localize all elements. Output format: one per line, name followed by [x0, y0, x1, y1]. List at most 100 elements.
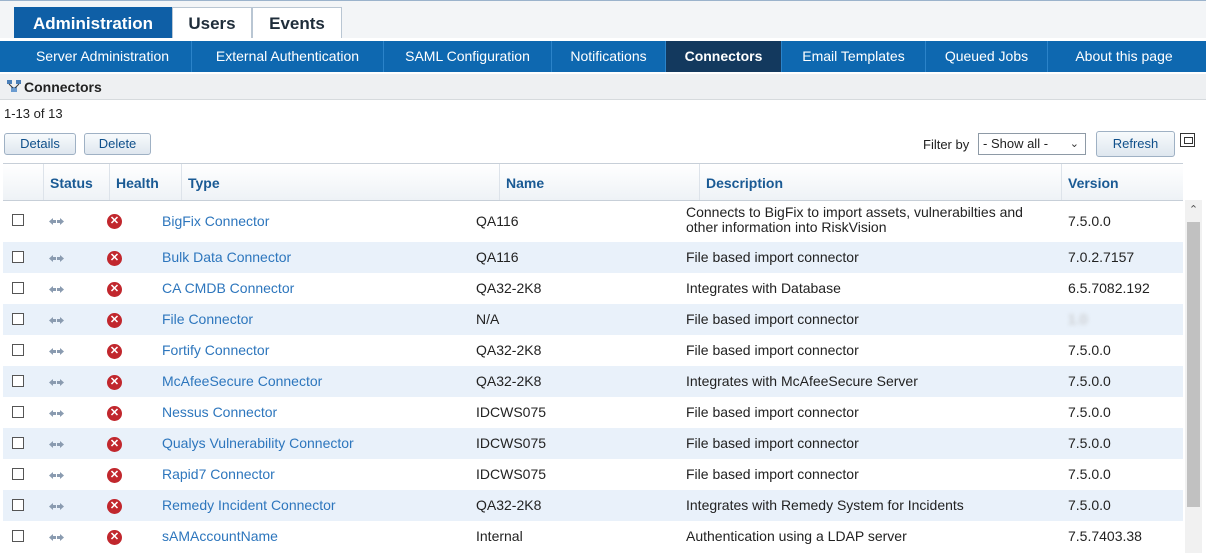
connectors-table: ✕ BigFix Connector QA116 Connects to BigFix… [3, 200, 1183, 553]
error-x-icon: ✕ [107, 313, 122, 328]
connector-version: 7.5.0.0 [1068, 497, 1111, 513]
connector-arrows-icon [49, 503, 64, 510]
connector-name: IDCWS075 [476, 435, 547, 451]
record-count: 1-13 of 13 [4, 106, 63, 121]
column-header-status[interactable]: Status [43, 164, 109, 200]
table-row[interactable]: ✕ CA CMDB Connector QA32-2K8 Integrates wit… [3, 273, 1183, 304]
table-row[interactable]: ✕ Nessus Connector IDCWS075 File based impo… [3, 397, 1183, 428]
subnav-connectors[interactable]: Connectors [666, 41, 782, 72]
table-row[interactable]: ✕ BigFix Connector QA116 Connects to BigFix… [3, 200, 1183, 242]
row-checkbox[interactable] [12, 251, 24, 263]
subnav-notifications[interactable]: Notifications [552, 41, 666, 72]
row-checkbox[interactable] [12, 375, 24, 387]
page-title: Connectors [24, 79, 102, 95]
connector-name: N/A [476, 311, 500, 327]
connector-name: IDCWS075 [476, 466, 547, 482]
subnav-server-administration[interactable]: Server Administration [14, 41, 192, 72]
connector-type-link[interactable]: File Connector [162, 304, 482, 335]
connector-arrows-icon [49, 410, 64, 417]
connector-type-link[interactable]: BigFix Connector [162, 200, 482, 242]
row-checkbox[interactable] [12, 313, 24, 325]
refresh-button[interactable]: Refresh [1096, 131, 1175, 157]
connector-version: 1.0 [1068, 311, 1088, 327]
connector-type-link[interactable]: CA CMDB Connector [162, 273, 482, 304]
connector-version: 7.0.2.7157 [1068, 249, 1135, 265]
table-row[interactable]: ✕ File Connector N/A File based import conn… [3, 304, 1183, 335]
tab-events[interactable]: Events [252, 7, 342, 38]
connector-version: 7.5.0.0 [1068, 373, 1111, 389]
subnav-saml-configuration[interactable]: SAML Configuration [384, 41, 552, 72]
connector-arrows-icon [49, 286, 64, 293]
connector-description: File based import connector [686, 249, 859, 265]
delete-button[interactable]: Delete [84, 133, 151, 155]
connector-type-link[interactable]: Qualys Vulnerability Connector [162, 428, 482, 459]
connector-type-link[interactable]: Fortify Connector [162, 335, 482, 366]
error-x-icon: ✕ [107, 375, 122, 390]
connector-type-link[interactable]: McAfeeSecure Connector [162, 366, 482, 397]
admin-subnav: Server Administration External Authentic… [0, 41, 1206, 72]
top-tab-bar: Administration Users Events [0, 0, 1206, 38]
details-button[interactable]: Details [4, 133, 76, 155]
expand-panel-icon[interactable] [1180, 133, 1195, 147]
filter-selected-value: - Show all - [983, 136, 1049, 151]
connector-arrows-icon [49, 255, 64, 262]
table-header: Status Health Type Name Description Vers… [3, 163, 1183, 201]
tab-administration[interactable]: Administration [14, 7, 172, 38]
error-x-icon: ✕ [107, 282, 122, 297]
subnav-external-authentication[interactable]: External Authentication [192, 41, 384, 72]
error-x-icon: ✕ [107, 251, 122, 266]
connector-arrows-icon [49, 472, 64, 479]
section-header: Connectors [0, 74, 1206, 100]
subnav-about-this-page[interactable]: About this page [1048, 41, 1200, 72]
vertical-scrollbar[interactable]: ⌃ [1185, 200, 1202, 553]
row-checkbox[interactable] [12, 344, 24, 356]
connector-description: Integrates with McAfeeSecure Server [686, 373, 918, 389]
connector-name: Internal [476, 528, 523, 544]
connector-type-link[interactable]: Rapid7 Connector [162, 459, 482, 490]
connector-version: 7.5.0.0 [1068, 435, 1111, 451]
column-header-version[interactable]: Version [1061, 164, 1183, 200]
subnav-queued-jobs[interactable]: Queued Jobs [926, 41, 1048, 72]
tab-users[interactable]: Users [172, 7, 252, 38]
row-checkbox[interactable] [12, 406, 24, 418]
subnav-email-templates[interactable]: Email Templates [782, 41, 926, 72]
connector-description: Connects to BigFix to import assets, vul… [686, 204, 1023, 235]
connector-type-link[interactable]: Nessus Connector [162, 397, 482, 428]
connector-arrows-icon [49, 218, 64, 225]
table-row[interactable]: ✕ McAfeeSecure Connector QA32-2K8 Integrate… [3, 366, 1183, 397]
table-row[interactable]: ✕ Qualys Vulnerability Connector IDCWS075 F… [3, 428, 1183, 459]
row-checkbox[interactable] [12, 530, 24, 542]
row-checkbox[interactable] [12, 499, 24, 511]
scrollbar-thumb[interactable] [1187, 222, 1200, 507]
row-checkbox[interactable] [12, 437, 24, 449]
filter-select[interactable]: - Show all - ⌄ [978, 133, 1086, 155]
connector-description: Authentication using a LDAP server [686, 528, 907, 544]
column-header-name[interactable]: Name [499, 164, 699, 200]
table-row[interactable]: ✕ Rapid7 Connector IDCWS075 File based impo… [3, 459, 1183, 490]
connector-type-link[interactable]: Bulk Data Connector [162, 242, 482, 273]
table-row[interactable]: ✕ Remedy Incident Connector QA32-2K8 Integr… [3, 490, 1183, 521]
error-x-icon: ✕ [107, 406, 122, 421]
scroll-up-icon[interactable]: ⌃ [1185, 200, 1202, 220]
connector-arrows-icon [49, 441, 64, 448]
connector-version: 7.5.0.0 [1068, 466, 1111, 482]
row-checkbox[interactable] [12, 282, 24, 294]
connector-type-link[interactable]: sAMAccountName [162, 521, 482, 552]
row-checkbox[interactable] [12, 214, 24, 226]
table-row[interactable]: ✕ Fortify Connector QA32-2K8 File based imp… [3, 335, 1183, 366]
error-x-icon: ✕ [107, 530, 122, 545]
table-row[interactable]: ✕ Bulk Data Connector QA116 File based impo… [3, 242, 1183, 273]
column-header-description[interactable]: Description [699, 164, 1061, 200]
column-header-type[interactable]: Type [181, 164, 499, 200]
connector-description: File based import connector [686, 404, 859, 420]
connector-name: QA32-2K8 [476, 373, 542, 389]
row-checkbox[interactable] [12, 468, 24, 480]
connector-name: IDCWS075 [476, 404, 547, 420]
connector-version: 6.5.7082.192 [1068, 280, 1150, 296]
connector-type-link[interactable]: Remedy Incident Connector [162, 490, 482, 521]
connector-description: File based import connector [686, 466, 859, 482]
column-header-health[interactable]: Health [109, 164, 181, 200]
connector-arrows-icon [49, 317, 64, 324]
table-row[interactable]: ✕ sAMAccountName Internal Authentication us… [3, 521, 1183, 552]
error-x-icon: ✕ [107, 499, 122, 514]
